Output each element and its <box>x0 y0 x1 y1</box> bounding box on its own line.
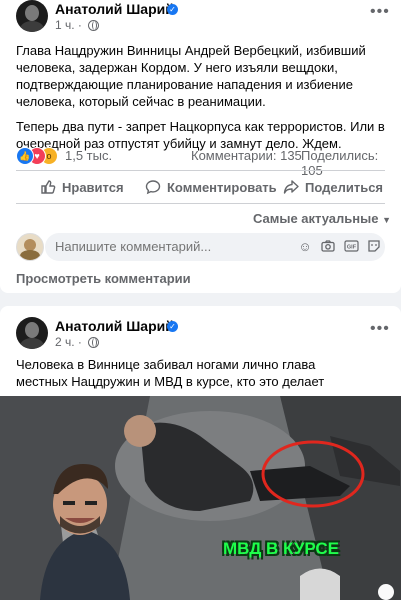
current-user-avatar[interactable] <box>16 233 44 261</box>
more-options-icon[interactable]: ••• <box>370 320 390 338</box>
globe-icon <box>88 337 100 349</box>
comment-button[interactable]: Комментировать <box>145 176 277 198</box>
comment-label: Комментировать <box>167 179 277 195</box>
thumbs-up-icon <box>41 180 56 194</box>
comment-icon <box>145 180 161 195</box>
post-paragraph: Человека в Виннице забивал ногами лично … <box>16 357 325 389</box>
author-name[interactable]: Анатолий Шарий <box>55 1 174 17</box>
divider <box>16 170 385 171</box>
video-frame <box>0 396 401 600</box>
post-card: Анатолий Шарий ✓ 1 ч. · ••• Глава Нацдру… <box>0 0 401 293</box>
comments-count[interactable]: Комментарии: 135 <box>191 148 302 163</box>
svg-text:GIF: GIF <box>346 245 356 251</box>
video-thumbnail[interactable]: МВД В КУРСЕ <box>0 396 401 600</box>
verified-badge-icon: ✓ <box>167 321 178 332</box>
shares-count[interactable]: Поделились: 105 <box>301 148 401 178</box>
camera-icon[interactable] <box>320 239 336 255</box>
comment-box[interactable]: ☺ GIF <box>45 233 385 261</box>
share-icon <box>283 180 299 194</box>
comment-sort-dropdown[interactable]: Самые актуальные ▼ <box>253 211 391 226</box>
author-avatar[interactable] <box>16 317 48 349</box>
verified-badge-icon: ✓ <box>167 4 178 15</box>
post-paragraph: Теперь два пути - запрет Нацкорпуса как … <box>16 119 385 151</box>
sticker-icon[interactable] <box>366 239 382 255</box>
like-label: Нравится <box>62 179 124 195</box>
post-text: Человека в Виннице забивал ногами лично … <box>16 356 366 390</box>
caret-down-icon: ▼ <box>382 215 391 225</box>
share-button[interactable]: Поделиться <box>283 176 383 198</box>
reaction-count[interactable]: 1,5 тыс. <box>65 148 112 163</box>
divider <box>16 203 385 204</box>
emoji-icon[interactable]: ☺ <box>297 239 313 255</box>
author-name[interactable]: Анатолий Шарий <box>55 318 174 334</box>
post-text: Глава Нацдружин Винницы Андрей Вербецкий… <box>16 42 391 152</box>
globe-icon <box>88 20 100 32</box>
comment-input[interactable] <box>55 239 245 254</box>
view-comments-link[interactable]: Просмотреть комментарии <box>16 271 191 286</box>
more-options-icon[interactable]: ••• <box>370 3 390 21</box>
video-caption: МВД В КУРСЕ <box>223 539 339 558</box>
like-reaction-icon: 👍 <box>16 147 34 165</box>
post-time[interactable]: 1 ч. · <box>55 18 100 32</box>
like-button[interactable]: Нравится <box>40 176 124 198</box>
post-paragraph: Глава Нацдружин Винницы Андрей Вербецкий… <box>16 43 366 109</box>
share-label: Поделиться <box>305 179 384 195</box>
author-avatar[interactable] <box>16 0 48 32</box>
post-card: Анатолий Шарий ✓ 2 ч. · ••• Человека в В… <box>0 306 401 600</box>
post-time[interactable]: 2 ч. · <box>55 335 100 349</box>
gif-icon[interactable]: GIF <box>343 239 359 255</box>
